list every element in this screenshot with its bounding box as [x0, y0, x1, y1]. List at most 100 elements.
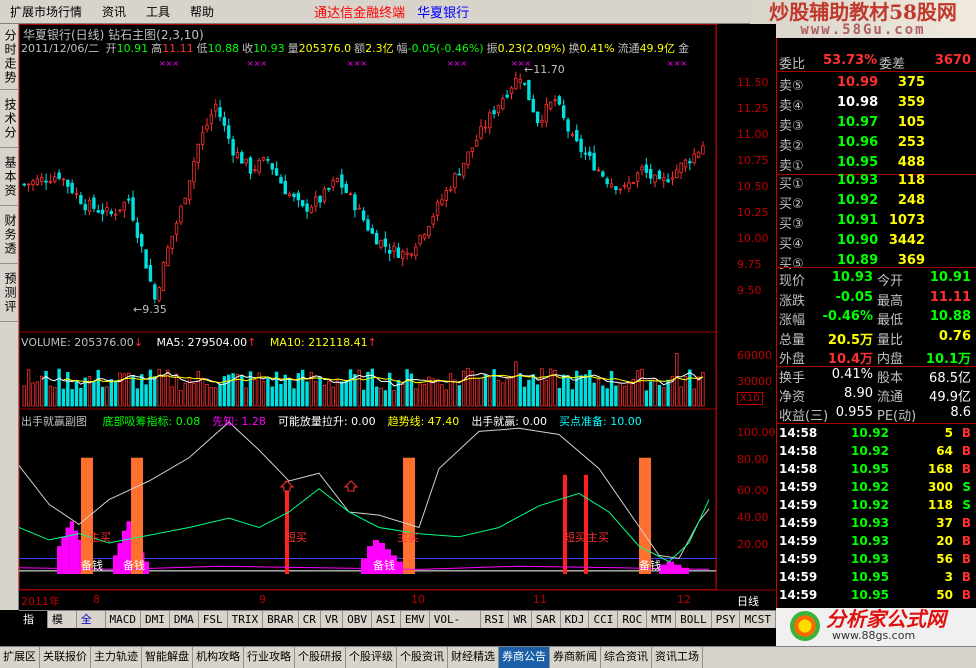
volume-bar	[287, 378, 292, 407]
indicator-tab[interactable]: FSL	[199, 610, 228, 629]
fund-label: PE(动)	[877, 409, 917, 424]
tick-volume: 168	[927, 462, 953, 476]
nav-tab[interactable]: 个股评级	[346, 647, 397, 668]
indicator-tab[interactable]: WR	[509, 610, 532, 629]
tick-time: 14:59	[779, 516, 818, 530]
volume-header: VOLUME: 205376.00↓ MA5: 279504.00↑ MA10:…	[21, 336, 377, 349]
volume-bar	[292, 388, 296, 407]
candle-up	[596, 169, 601, 172]
indicator-tab[interactable]: VOL-TDX	[430, 610, 481, 643]
tab-intraday[interactable]: 分时走势	[0, 24, 19, 90]
indicator-tab[interactable]: MACD	[106, 610, 142, 629]
nav-tab[interactable]: 券商公告	[499, 647, 550, 668]
chart-area[interactable]: ××× ××× ××× ××× ××× ××× 华夏银行(日线) 钻石主图(2,3,10)…	[19, 24, 776, 610]
nav-tab[interactable]: 扩展区	[0, 647, 40, 668]
volume-bar	[161, 375, 166, 407]
time-tick: 10	[411, 593, 425, 606]
candle-up	[418, 234, 422, 244]
indicator-tab[interactable]: CCI	[589, 610, 619, 629]
tab-finance[interactable]: 财务透视	[0, 206, 19, 264]
nav-tab[interactable]: 行业攻略	[244, 647, 295, 668]
candle-up	[166, 247, 170, 267]
candle-up	[53, 176, 57, 182]
candle-up	[627, 182, 631, 189]
price-tick: 10.25	[737, 206, 769, 219]
indicator-tab[interactable]: DMA	[170, 610, 199, 629]
tab-profile[interactable]: 基本资料	[0, 148, 19, 206]
volume-bar	[266, 377, 270, 407]
menu-news[interactable]: 资讯	[92, 3, 136, 20]
tick-side: B	[961, 552, 971, 566]
nav-tab[interactable]: 个股资讯	[397, 647, 448, 668]
volume-bar	[440, 384, 444, 407]
menu-market[interactable]: 扩展市场行情	[0, 3, 92, 20]
indicator-tab[interactable]: 全部	[77, 610, 106, 643]
tick-time: 14:59	[779, 480, 818, 494]
nav-tab[interactable]: 资讯工场	[652, 647, 703, 668]
indicator-tab[interactable]: ROC	[618, 610, 648, 629]
fund-label: 股本	[877, 371, 904, 386]
candle-up	[331, 180, 335, 188]
indicator-tab[interactable]: PSY	[712, 610, 741, 629]
stat-label: 最低	[877, 313, 904, 328]
volume-bar	[675, 353, 679, 407]
signal-label: 备钱	[373, 559, 395, 572]
menu-help[interactable]: 帮助	[180, 3, 224, 20]
indicator-tab[interactable]: TRIX	[228, 610, 264, 629]
low-marker: ←9.35	[133, 303, 167, 316]
volume-bar	[575, 370, 579, 407]
candle-up	[170, 235, 174, 249]
indicator-tab[interactable]: MTM	[647, 610, 677, 629]
indicator-tab[interactable]: DMI	[141, 610, 170, 629]
nav-tab[interactable]: 券商新闻	[550, 647, 601, 668]
volume-bar	[135, 388, 140, 407]
tab-technical[interactable]: 技术分析	[0, 90, 19, 148]
candle-down	[131, 197, 135, 221]
nav-tab[interactable]: 机构攻略	[193, 647, 244, 668]
sell-price: 10.95	[837, 155, 879, 170]
volume-bar	[270, 386, 274, 407]
candle-down	[96, 210, 100, 213]
period-label[interactable]: 日线	[737, 593, 759, 609]
candle-down	[492, 110, 496, 115]
volume-bar	[688, 369, 692, 407]
nav-tab[interactable]: 智能解盘	[142, 647, 193, 668]
candle-up	[322, 188, 327, 202]
tick-price: 10.95	[851, 588, 889, 602]
candle-down	[657, 170, 662, 180]
candle-down	[92, 197, 96, 209]
indicator-tab[interactable]: BOLL	[676, 610, 712, 629]
candle-up	[179, 206, 183, 223]
nav-tab[interactable]: 个股研报	[295, 647, 346, 668]
brand-title: 分析家公式网	[826, 607, 946, 631]
tab-forecast[interactable]: 预测评级	[0, 264, 19, 322]
indicator-tab[interactable]: 模板	[48, 610, 77, 643]
indicator-tab[interactable]: CR	[299, 610, 321, 629]
indicator-tab[interactable]: SAR	[532, 610, 561, 629]
nav-tab[interactable]: 主力轨迹	[91, 647, 142, 668]
volume-bar	[35, 381, 40, 407]
tick-volume: 50	[936, 588, 953, 602]
indicator-tab[interactable]: RSI	[481, 610, 510, 629]
indicator-tab[interactable]: KDJ	[561, 610, 590, 629]
candle-up	[35, 178, 40, 185]
indicator-tab[interactable]: OBV	[343, 610, 373, 629]
stat-label: 最高	[877, 293, 904, 309]
indicator-tab[interactable]: BRAR	[263, 610, 299, 629]
indicator-tab[interactable]: VR	[321, 610, 344, 629]
indicator-tab[interactable]: MCST	[740, 610, 776, 629]
candle-up	[61, 178, 66, 181]
tick-time: 14:59	[779, 498, 818, 512]
menu-tools[interactable]: 工具	[136, 3, 180, 20]
signal-label: 主买	[397, 531, 419, 544]
nav-tab[interactable]: 综合资讯	[601, 647, 652, 668]
candle-up	[187, 180, 192, 201]
nav-tab[interactable]: 关联报价	[40, 647, 91, 668]
stat-label: 总量	[779, 332, 806, 348]
ohlc-value: 10.93	[253, 42, 285, 55]
indicator-tab[interactable]: ASI	[372, 610, 401, 629]
nav-tab[interactable]: 财经精选	[448, 647, 499, 668]
indicator-tab[interactable]: EMV	[401, 610, 430, 629]
indicator-tab[interactable]: 指标	[19, 610, 48, 643]
volume-bar	[87, 376, 92, 407]
